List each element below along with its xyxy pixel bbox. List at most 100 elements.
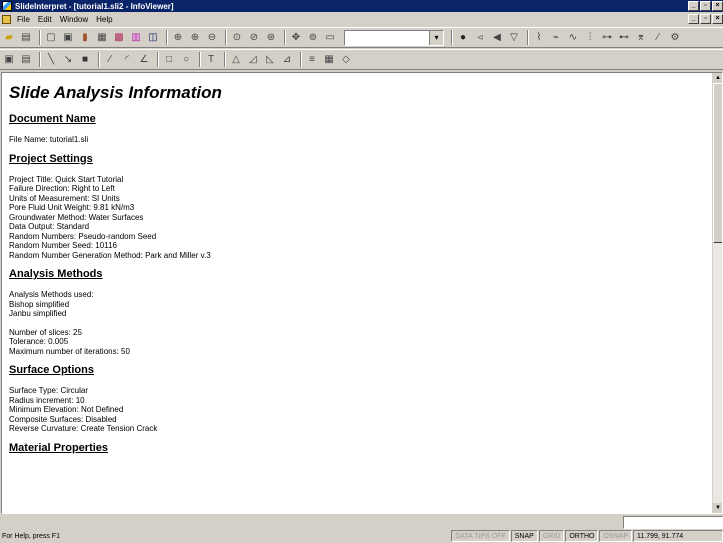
angle-icon[interactable]: ∠ bbox=[137, 53, 151, 67]
app-icon[interactable] bbox=[2, 1, 12, 11]
rectangle-icon[interactable]: □ bbox=[162, 53, 176, 67]
loads-icon[interactable]: ⊷ bbox=[617, 31, 631, 45]
mdi-maximize-button[interactable]: ▫ bbox=[700, 14, 711, 24]
menu-edit[interactable]: Edit bbox=[38, 15, 52, 24]
text-line: Data Output: Standard bbox=[9, 222, 90, 231]
chart-icon[interactable]: ▮ bbox=[78, 31, 92, 45]
toolbar-separator bbox=[39, 52, 41, 67]
line-icon[interactable]: ╲ bbox=[44, 53, 58, 67]
close-button[interactable]: × bbox=[712, 1, 723, 11]
table-icon[interactable]: ◫ bbox=[146, 31, 160, 45]
copy-icon[interactable]: ▦ bbox=[95, 31, 109, 45]
menu-file[interactable]: File bbox=[17, 15, 30, 24]
text-line: Surface Type: Circular bbox=[9, 386, 88, 395]
info-viewer-document[interactable]: Slide Analysis Information Document Name… bbox=[1, 72, 723, 514]
text-line: Janbu simplified bbox=[9, 309, 67, 318]
open-folder-icon[interactable]: ▰ bbox=[2, 31, 16, 45]
save-icon[interactable]: ▤ bbox=[19, 31, 33, 45]
record-icon[interactable]: ● bbox=[456, 31, 470, 45]
settings-icon[interactable]: ⚙ bbox=[668, 31, 682, 45]
zoom-out-icon[interactable]: ⊖ bbox=[205, 31, 219, 45]
zoom-extents-icon[interactable]: ⊛ bbox=[264, 31, 278, 45]
pen-icon[interactable]: ⁄ bbox=[103, 53, 117, 67]
section-heading-project-settings: Project Settings bbox=[9, 152, 93, 165]
print-preview-icon[interactable]: ▢ bbox=[44, 31, 58, 45]
mdi-close-button[interactable]: × bbox=[712, 14, 723, 24]
section-heading-material-properties: Material Properties bbox=[9, 441, 109, 454]
text-icon[interactable]: T bbox=[204, 53, 218, 67]
polyline-icon[interactable]: ◿ bbox=[246, 53, 260, 67]
snap-toggle[interactable]: SNAP bbox=[510, 530, 538, 542]
toolbar-separator bbox=[39, 30, 41, 45]
ellipse-icon[interactable]: ○ bbox=[179, 53, 193, 67]
text-line: Reverse Curvature: Create Tension Crack bbox=[9, 424, 158, 433]
zoom-all-icon[interactable]: ⊕ bbox=[171, 31, 185, 45]
scroll-up-icon[interactable]: ▲ bbox=[713, 73, 722, 83]
grid-toggle[interactable]: GRID bbox=[538, 530, 565, 542]
text-line: Tolerance: 0.005 bbox=[9, 337, 69, 346]
info-viewer-icon[interactable]: ▥ bbox=[129, 31, 143, 45]
text-line: Pore Fluid Unit Weight: 9.81 kN/m3 bbox=[9, 203, 135, 212]
zoom-window-icon[interactable]: ⊙ bbox=[230, 31, 244, 45]
text-box-icon[interactable]: ▤ bbox=[19, 53, 33, 67]
osnap-toggle[interactable]: OSNAP bbox=[599, 530, 632, 542]
drawing-toolbar: ▣ ▤ ╲ ↘ ■ ⁄ ◜ ∠ □ ○ T △ ◿ ◺ ⊿ ≡ ▦ ◇ bbox=[0, 49, 723, 70]
arrow-left-filled-icon[interactable]: ◀ bbox=[490, 31, 504, 45]
toolbar-separator bbox=[284, 30, 286, 45]
rectangle-filled-icon[interactable]: ■ bbox=[78, 53, 92, 67]
display-options-icon[interactable]: ▣ bbox=[2, 53, 16, 67]
align-icon[interactable]: ≡ bbox=[305, 53, 319, 67]
image-icon[interactable]: ▦ bbox=[322, 53, 336, 67]
menu-help[interactable]: Help bbox=[96, 15, 112, 24]
arrow-icon[interactable]: ↘ bbox=[61, 53, 75, 67]
scroll-down-icon[interactable]: ▼ bbox=[713, 503, 722, 513]
text-line: Groundwater Method: Water Surfaces bbox=[9, 212, 144, 222]
document-title: Slide Analysis Information bbox=[9, 83, 222, 102]
graph-icon[interactable]: ⌁ bbox=[549, 31, 563, 45]
zoom-in-icon[interactable]: ⊕ bbox=[188, 31, 202, 45]
pan-icon[interactable]: ✥ bbox=[289, 31, 303, 45]
ruler-icon[interactable]: ▭ bbox=[323, 31, 337, 45]
triangle-icon[interactable]: △ bbox=[229, 53, 243, 67]
main-toolbar: ▰ ▤ ▢ ▣ ▮ ▦ ▩ ▥ ◫ ⊕ ⊕ ⊖ ⊙ ⊘ ⊛ ✥ ⊚ ▭ ● ◃ … bbox=[0, 27, 723, 48]
toolbar-separator bbox=[300, 52, 302, 67]
dimension-icon[interactable]: ⊿ bbox=[280, 53, 294, 67]
text-line: File Name: tutorial1.sli bbox=[9, 135, 89, 144]
toolbar-separator bbox=[527, 30, 529, 45]
export-icon[interactable]: ▩ bbox=[112, 31, 126, 45]
text-line: Random Numbers: Pseudo-random Seed bbox=[9, 231, 157, 241]
status-bar: For Help, press F1 DATA TIPS OFF SNAP GR… bbox=[0, 529, 723, 543]
text-line: Composite Surfaces: Disabled bbox=[9, 414, 117, 424]
vertical-scrollbar[interactable]: ▲ ▼ bbox=[712, 73, 722, 513]
maximize-button[interactable]: ▫ bbox=[700, 1, 711, 11]
zoom-scale-icon[interactable]: ⊚ bbox=[306, 31, 320, 45]
probe-icon[interactable]: ⌆ bbox=[634, 31, 648, 45]
query-icon[interactable]: ⌇ bbox=[532, 31, 546, 45]
text-line: Failure Direction: Right to Left bbox=[9, 184, 115, 193]
line-tool-icon[interactable]: ⁄ bbox=[651, 31, 665, 45]
scrollbar-thumb[interactable] bbox=[713, 83, 722, 243]
polygon-icon[interactable]: ◺ bbox=[263, 53, 277, 67]
command-input[interactable] bbox=[623, 516, 723, 529]
forces-icon[interactable]: ⊶ bbox=[600, 31, 614, 45]
menu-bar: File Edit Window Help _ ▫ × bbox=[0, 12, 723, 26]
contours-icon[interactable]: ∿ bbox=[566, 31, 580, 45]
menu-window[interactable]: Window bbox=[60, 15, 88, 24]
data-tips-toggle[interactable]: DATA TIPS OFF bbox=[451, 530, 510, 542]
minimize-button[interactable]: _ bbox=[688, 1, 699, 11]
slices-icon[interactable]: ⫶ bbox=[583, 31, 597, 45]
section-heading-surface-options: Surface Options bbox=[9, 364, 94, 376]
eraser-icon[interactable]: ◇ bbox=[339, 53, 353, 67]
text-line: Maximum number of iterations: 50 bbox=[9, 346, 130, 356]
document-icon[interactable] bbox=[2, 14, 11, 24]
scale-combo[interactable] bbox=[344, 29, 444, 46]
arrow-left-icon[interactable]: ◃ bbox=[473, 31, 487, 45]
ortho-toggle[interactable]: ORTHO bbox=[565, 530, 599, 542]
text-line: Minimum Elevation: Not Defined bbox=[9, 405, 124, 414]
print-icon[interactable]: ▣ bbox=[61, 31, 75, 45]
zoom-previous-icon[interactable]: ⊘ bbox=[247, 31, 261, 45]
mdi-minimize-button[interactable]: _ bbox=[688, 14, 699, 24]
arc-icon[interactable]: ◜ bbox=[120, 53, 134, 67]
filter-icon[interactable]: ▽ bbox=[507, 31, 521, 45]
